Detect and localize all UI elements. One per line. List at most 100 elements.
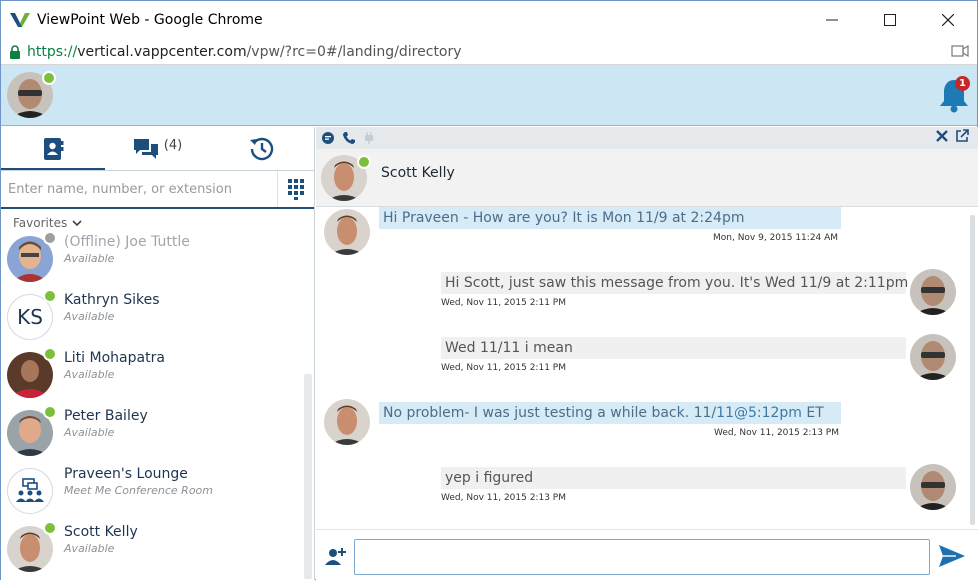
contact-status: Available bbox=[64, 252, 115, 265]
tab-history[interactable] bbox=[210, 127, 314, 171]
phone-icon[interactable] bbox=[342, 131, 356, 145]
messages-scrollbar[interactable] bbox=[970, 215, 975, 525]
camera-blocked-icon[interactable] bbox=[951, 44, 969, 58]
contact-name: Kathryn Sikes bbox=[64, 292, 160, 308]
avatar bbox=[910, 334, 956, 380]
presence-indicator bbox=[43, 289, 57, 303]
chat-header: Scott Kelly bbox=[316, 149, 978, 207]
browser-window: ViewPoint Web - Google Chrome https://ve… bbox=[0, 0, 978, 580]
tab-contacts[interactable] bbox=[1, 127, 106, 171]
presence-indicator bbox=[43, 347, 57, 361]
viewpoint-logo-icon bbox=[10, 13, 30, 27]
contact-status: Available bbox=[64, 542, 115, 555]
close-window-button[interactable] bbox=[919, 1, 977, 39]
tab-chats[interactable]: (4) bbox=[105, 127, 209, 171]
presence-indicator bbox=[357, 155, 371, 169]
presence-indicator bbox=[43, 405, 57, 419]
chat-toolbar bbox=[316, 127, 978, 149]
maximize-icon bbox=[884, 14, 896, 26]
contact-name: Scott Kelly bbox=[64, 524, 138, 540]
avatar bbox=[324, 209, 370, 255]
contact-liti-mohapatra[interactable]: Liti Mohapatra Available bbox=[1, 347, 314, 405]
message-input[interactable] bbox=[354, 539, 930, 575]
avatar bbox=[324, 399, 370, 445]
user-photo-icon bbox=[324, 399, 370, 445]
window-title: ViewPoint Web - Google Chrome bbox=[37, 12, 263, 28]
message-link[interactable]: 11@5:12pm bbox=[716, 405, 802, 421]
directory-search bbox=[1, 171, 314, 209]
contact-name: Praveen's Lounge bbox=[64, 466, 188, 482]
popout-icon[interactable] bbox=[955, 129, 969, 143]
contact-name: Liti Mohapatra bbox=[64, 350, 165, 366]
user-photo-icon bbox=[324, 209, 370, 255]
my-presence-indicator bbox=[42, 71, 56, 85]
url-host: vertical.vappcenter.com bbox=[77, 43, 247, 60]
chevron-down-icon bbox=[72, 220, 82, 227]
contacts-scrollbar[interactable] bbox=[304, 374, 312, 579]
avatar bbox=[7, 468, 53, 514]
user-photo-icon bbox=[910, 269, 956, 315]
close-icon bbox=[942, 14, 954, 26]
avatar-initials: KS bbox=[17, 305, 43, 329]
directory-panel: (4) Enter name, number, or extension Fav… bbox=[1, 127, 315, 580]
contact-name: (Offline) Joe Tuttle bbox=[64, 234, 190, 250]
add-participant-icon[interactable] bbox=[324, 546, 348, 566]
plug-icon[interactable] bbox=[363, 131, 375, 145]
message-timestamp: Wed, Nov 11, 2015 2:13 PM bbox=[714, 428, 839, 438]
chats-unread-count: (4) bbox=[163, 137, 183, 153]
contact-joe-tuttle[interactable]: (Offline) Joe Tuttle Available bbox=[1, 231, 314, 289]
message-timestamp: Wed, Nov 11, 2015 2:13 PM bbox=[441, 493, 566, 503]
address-bar[interactable]: https://vertical.vappcenter.com/vpw/?rc=… bbox=[1, 39, 977, 65]
message-bubble: No problem- I was just testing a while b… bbox=[379, 402, 841, 424]
message-composer bbox=[316, 529, 978, 580]
chat-contact-name: Scott Kelly bbox=[381, 165, 455, 181]
presence-indicator bbox=[43, 231, 57, 245]
minimize-icon bbox=[826, 19, 838, 21]
title-bar: ViewPoint Web - Google Chrome bbox=[1, 1, 977, 39]
user-photo-icon bbox=[910, 464, 956, 510]
user-photo-icon bbox=[910, 334, 956, 380]
lock-icon bbox=[10, 44, 20, 59]
url-text[interactable]: https://vertical.vappcenter.com/vpw/?rc=… bbox=[27, 44, 462, 60]
message-bubble: Wed 11/11 i mean bbox=[441, 337, 906, 359]
message-bubble: Hi Praveen - How are you? It is Mon 11/9… bbox=[379, 207, 841, 229]
history-clock-icon bbox=[249, 137, 273, 161]
dialpad-button[interactable] bbox=[278, 178, 314, 200]
contact-status: Meet Me Conference Room bbox=[64, 484, 214, 497]
close-chat-icon[interactable] bbox=[935, 129, 949, 143]
message-timestamp: Mon, Nov 9, 2015 11:24 AM bbox=[713, 233, 839, 243]
avatar bbox=[910, 464, 956, 510]
message-text: ET bbox=[801, 405, 824, 421]
message-timestamp: Wed, Nov 11, 2015 2:11 PM bbox=[441, 363, 566, 373]
maximize-button[interactable] bbox=[861, 1, 919, 39]
contact-peter-bailey[interactable]: Peter Bailey Available bbox=[1, 405, 314, 463]
contacts-book-icon bbox=[44, 138, 64, 160]
send-icon[interactable] bbox=[938, 544, 966, 568]
app-header: 1 bbox=[1, 65, 977, 126]
avatar bbox=[910, 269, 956, 315]
dialpad-icon bbox=[288, 179, 304, 200]
favorites-label: Favorites bbox=[13, 216, 68, 230]
directory-tabs: (4) bbox=[1, 127, 314, 171]
message-list: Hi Praveen - How are you? It is Mon 11/9… bbox=[316, 207, 978, 529]
contact-scott-kelly[interactable]: Scott Kelly Available bbox=[1, 521, 314, 579]
favorites-header[interactable]: Favorites bbox=[1, 209, 314, 231]
contact-praveens-lounge[interactable]: Praveen's Lounge Meet Me Conference Room bbox=[1, 463, 314, 521]
presence-indicator bbox=[43, 521, 57, 535]
contact-status: Available bbox=[64, 310, 115, 323]
message-timestamp: Wed, Nov 11, 2015 2:11 PM bbox=[441, 298, 566, 308]
message-bubble: yep i figured bbox=[441, 467, 906, 489]
message-bubble: Hi Scott, just saw this message from you… bbox=[441, 272, 923, 294]
contact-kathryn-sikes[interactable]: KS Kathryn Sikes Available bbox=[1, 289, 314, 347]
minimize-button[interactable] bbox=[803, 1, 861, 39]
conference-room-icon bbox=[16, 478, 44, 502]
notification-badge: 1 bbox=[955, 76, 970, 91]
contact-name: Peter Bailey bbox=[64, 408, 148, 424]
contact-status: Available bbox=[64, 426, 115, 439]
url-path: /vpw/?rc=0#/landing/directory bbox=[246, 43, 462, 60]
directory-search-input[interactable] bbox=[1, 171, 278, 207]
chat-icon[interactable] bbox=[321, 131, 335, 145]
url-scheme: https:// bbox=[27, 43, 78, 60]
chat-panel: Scott Kelly Hi Praveen - How are you? It… bbox=[316, 127, 978, 580]
chat-bubbles-icon bbox=[133, 139, 158, 159]
